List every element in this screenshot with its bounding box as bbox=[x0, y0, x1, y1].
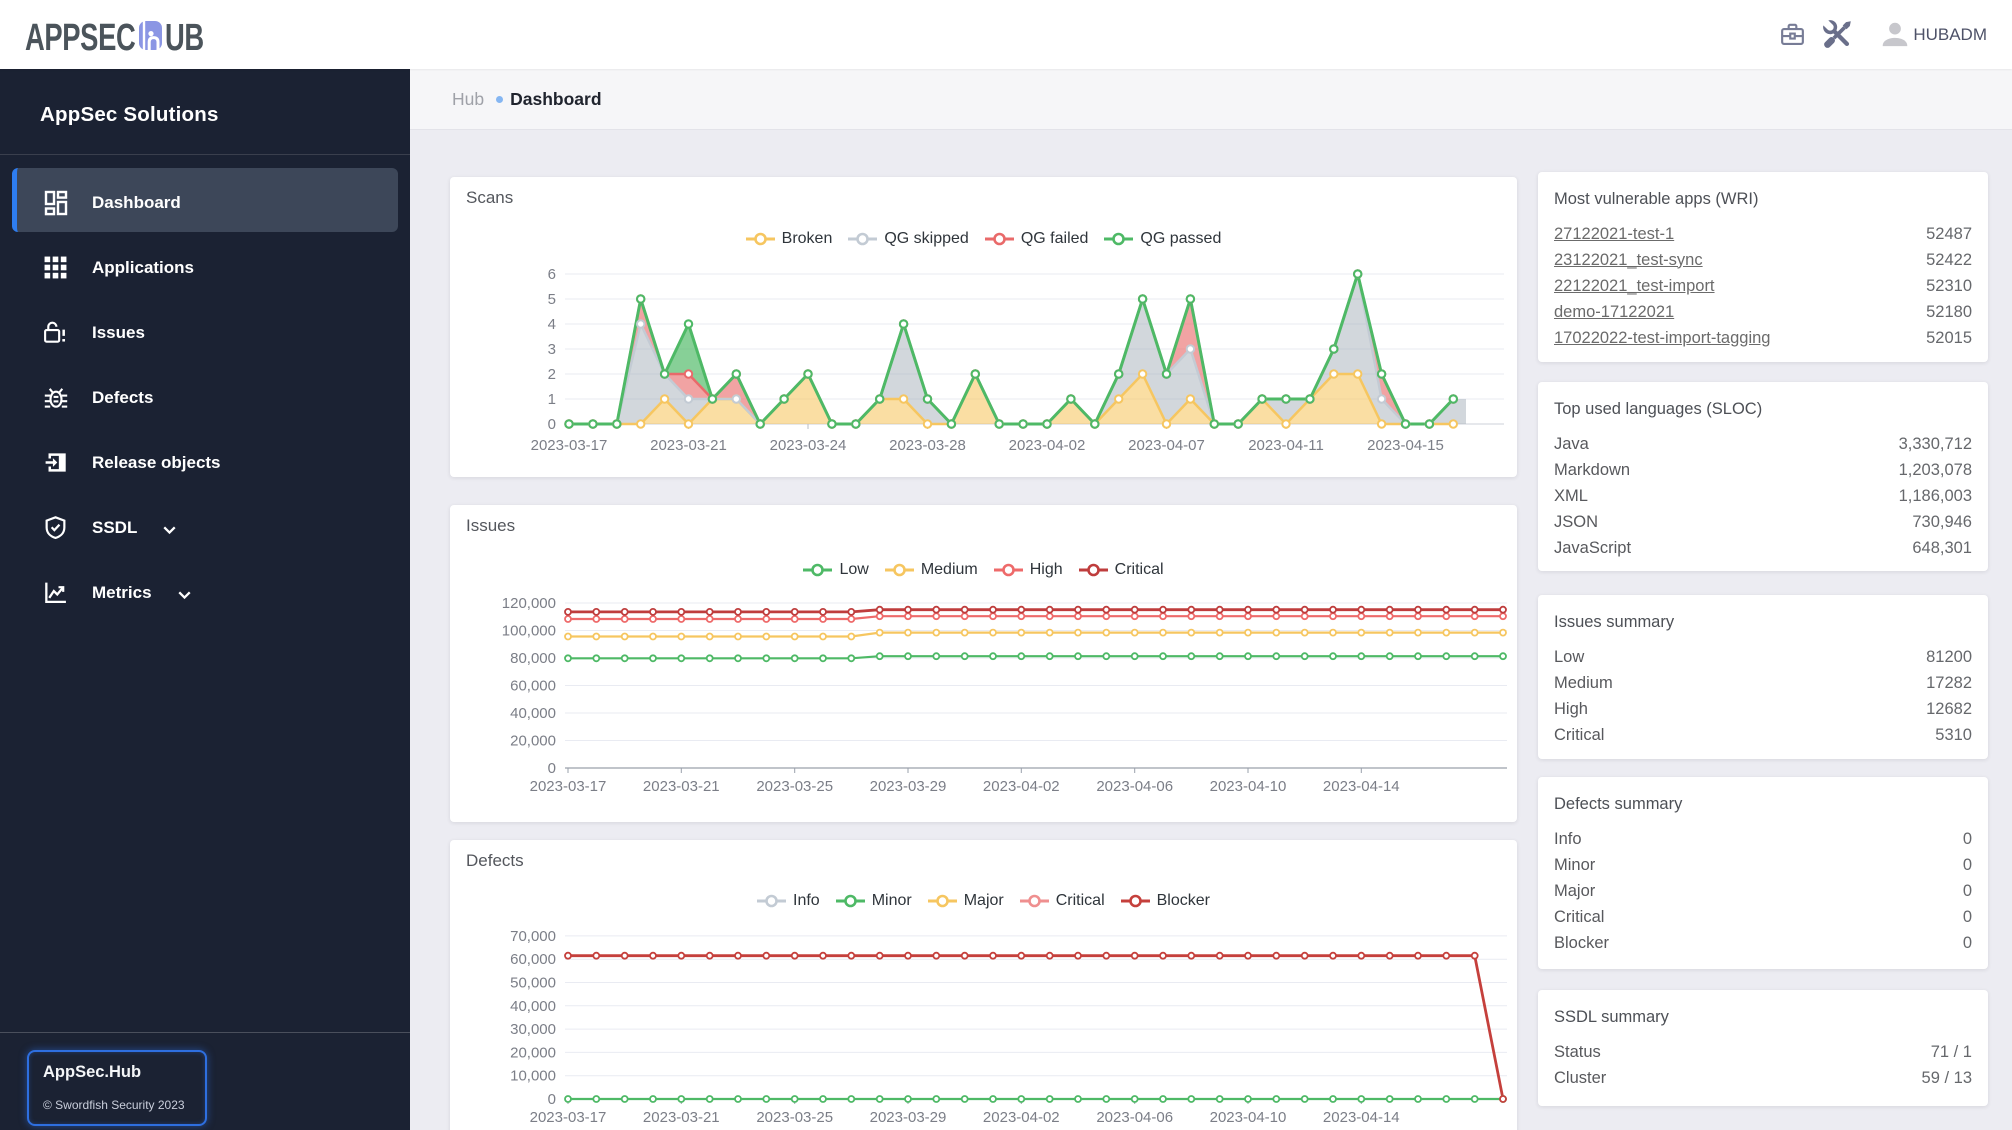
svg-text:2023-04-10: 2023-04-10 bbox=[1210, 778, 1287, 795]
svg-text:2023-04-02: 2023-04-02 bbox=[1009, 437, 1086, 454]
svg-text:2023-04-14: 2023-04-14 bbox=[1323, 1109, 1400, 1126]
svg-text:2023-03-21: 2023-03-21 bbox=[643, 1109, 720, 1126]
svg-text:50,000: 50,000 bbox=[510, 975, 556, 992]
svg-text:4: 4 bbox=[548, 316, 556, 333]
svg-text:2: 2 bbox=[548, 366, 556, 383]
svg-text:120,000: 120,000 bbox=[502, 595, 556, 612]
svg-text:40,000: 40,000 bbox=[510, 705, 556, 722]
svg-text:2023-04-10: 2023-04-10 bbox=[1210, 1109, 1287, 1126]
svg-text:2023-03-21: 2023-03-21 bbox=[650, 437, 727, 454]
svg-text:0: 0 bbox=[548, 760, 556, 777]
svg-text:20,000: 20,000 bbox=[510, 733, 556, 750]
svg-text:60,000: 60,000 bbox=[510, 951, 556, 968]
svg-text:40,000: 40,000 bbox=[510, 998, 556, 1015]
svg-text:2023-03-28: 2023-03-28 bbox=[889, 437, 966, 454]
svg-text:2023-03-17: 2023-03-17 bbox=[530, 1109, 607, 1126]
svg-text:70,000: 70,000 bbox=[510, 928, 556, 945]
svg-text:2023-03-17: 2023-03-17 bbox=[530, 778, 607, 795]
svg-text:2023-03-25: 2023-03-25 bbox=[756, 1109, 833, 1126]
svg-text:2023-04-14: 2023-04-14 bbox=[1323, 778, 1400, 795]
svg-text:1: 1 bbox=[548, 391, 556, 408]
svg-text:2023-03-17: 2023-03-17 bbox=[531, 437, 608, 454]
svg-text:30,000: 30,000 bbox=[510, 1021, 556, 1038]
svg-text:2023-03-21: 2023-03-21 bbox=[643, 778, 720, 795]
svg-text:0: 0 bbox=[548, 416, 556, 433]
svg-text:2023-04-06: 2023-04-06 bbox=[1096, 1109, 1173, 1126]
svg-text:100,000: 100,000 bbox=[502, 623, 556, 640]
svg-text:2023-04-07: 2023-04-07 bbox=[1128, 437, 1205, 454]
svg-text:2023-04-15: 2023-04-15 bbox=[1367, 437, 1444, 454]
svg-text:5: 5 bbox=[548, 291, 556, 308]
svg-text:2023-03-24: 2023-03-24 bbox=[770, 437, 847, 454]
svg-text:20,000: 20,000 bbox=[510, 1044, 556, 1061]
svg-text:80,000: 80,000 bbox=[510, 650, 556, 667]
svg-text:2023-04-02: 2023-04-02 bbox=[983, 1109, 1060, 1126]
svg-text:3: 3 bbox=[548, 341, 556, 358]
svg-text:2023-04-02: 2023-04-02 bbox=[983, 778, 1060, 795]
svg-text:2023-04-11: 2023-04-11 bbox=[1248, 437, 1324, 454]
svg-text:6: 6 bbox=[548, 266, 556, 283]
svg-text:2023-03-25: 2023-03-25 bbox=[756, 778, 833, 795]
svg-text:60,000: 60,000 bbox=[510, 678, 556, 695]
svg-text:2023-03-29: 2023-03-29 bbox=[870, 778, 947, 795]
svg-text:0: 0 bbox=[548, 1091, 556, 1108]
svg-text:2023-03-29: 2023-03-29 bbox=[870, 1109, 947, 1126]
svg-text:2023-04-06: 2023-04-06 bbox=[1096, 778, 1173, 795]
svg-text:10,000: 10,000 bbox=[510, 1068, 556, 1085]
